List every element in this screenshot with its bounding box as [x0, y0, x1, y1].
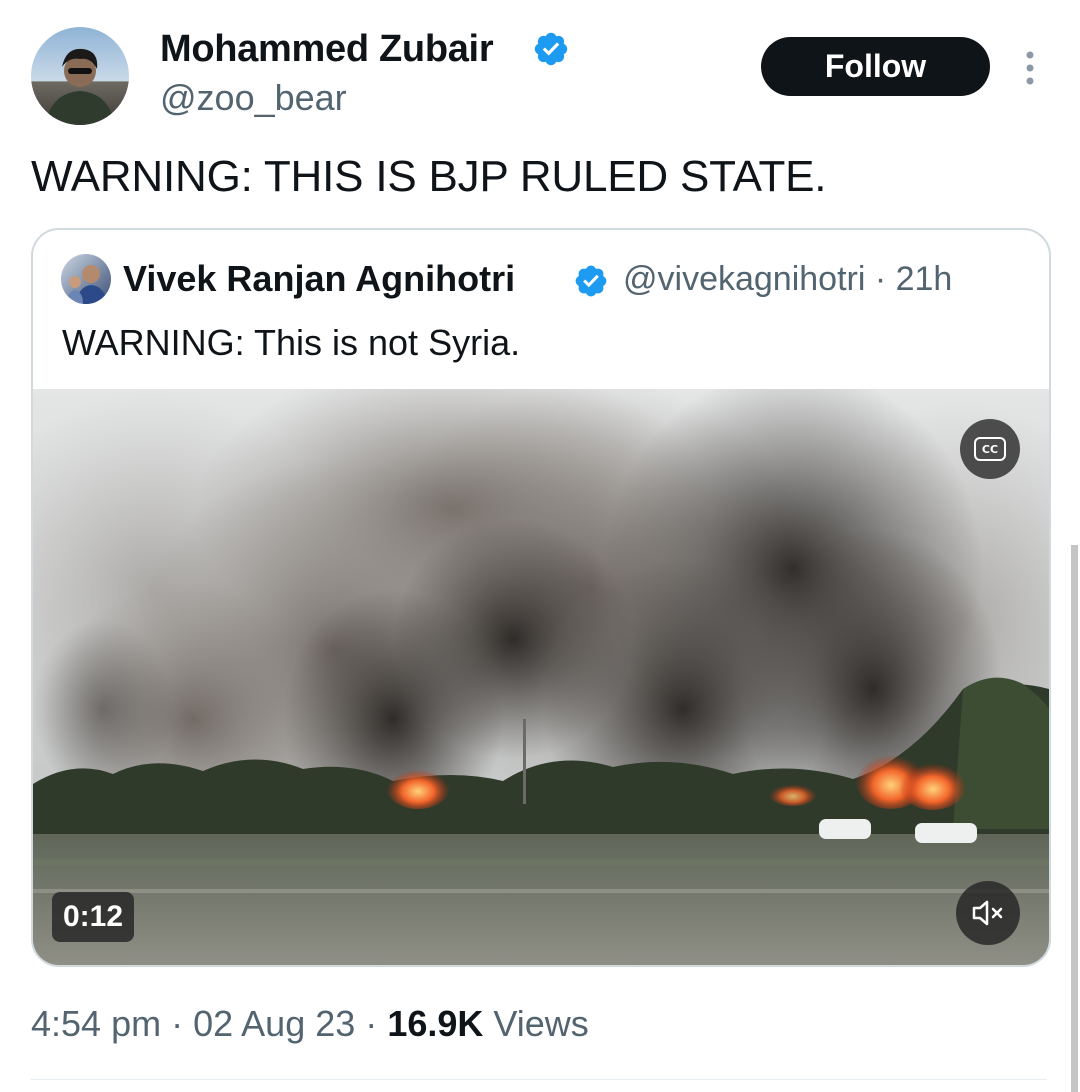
tweet-time[interactable]: 4:54 pm: [31, 1003, 161, 1044]
tweet-text: WARNING: THIS IS BJP RULED STATE.: [31, 152, 827, 201]
author-avatar[interactable]: [31, 27, 129, 125]
quoted-tweet-text: WARNING: This is not Syria.: [62, 322, 521, 363]
author-handle[interactable]: @zoo_bear: [160, 77, 347, 119]
video-timer: 0:12: [52, 892, 134, 942]
tweet-date[interactable]: 02 Aug 23: [193, 1003, 355, 1044]
meta-separator: ·: [365, 1003, 378, 1044]
views-count[interactable]: 16.9K: [387, 1003, 483, 1044]
divider: [31, 1079, 1047, 1080]
closed-captions-icon: CC: [974, 437, 1006, 461]
scrollbar[interactable]: [1071, 545, 1078, 1092]
views-label: Views: [493, 1003, 589, 1044]
mute-toggle-button[interactable]: [956, 881, 1020, 945]
quoted-author-handle-time[interactable]: @vivekagnihotri · 21h: [623, 260, 952, 299]
video-frame-fire-smoke: [33, 389, 1049, 965]
verified-badge-icon: [534, 32, 568, 66]
closed-captions-button[interactable]: CC: [960, 419, 1020, 479]
follow-button[interactable]: Follow: [761, 37, 990, 96]
meta-separator: ·: [171, 1003, 184, 1044]
author-name[interactable]: Mohammed Zubair: [160, 28, 494, 71]
more-options-icon[interactable]: [1020, 50, 1040, 86]
quoted-author-name[interactable]: Vivek Ranjan Agnihotri: [123, 258, 515, 300]
quoted-author-avatar[interactable]: [61, 254, 111, 304]
speaker-muted-icon: [972, 900, 1003, 926]
video-player[interactable]: CC 0:12: [33, 389, 1049, 965]
verified-badge-icon: [575, 265, 607, 297]
quoted-tweet-card[interactable]: Vivek Ranjan Agnihotri @vivekagnihotri ·…: [31, 228, 1051, 967]
tweet-meta: 4:54 pm · 02 Aug 23 · 16.9K Views: [31, 1003, 589, 1045]
